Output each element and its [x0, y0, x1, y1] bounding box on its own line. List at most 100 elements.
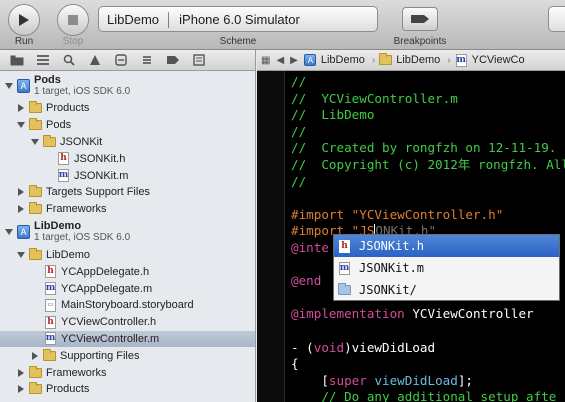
- keyword-super: super: [328, 372, 367, 388]
- tree-item-products[interactable]: Products: [0, 381, 255, 398]
- jump-bar: ▦ ◀ ▶ A LibDemo › LibDemo › m YCViewCo: [257, 50, 565, 71]
- tree-item-label: Supporting Files: [60, 349, 140, 362]
- project-title: LibDemo: [34, 220, 82, 233]
- chevron-right-icon: ›: [447, 54, 451, 66]
- crumb-label: LibDemo: [396, 54, 441, 66]
- back-arrow-icon[interactable]: ◀: [276, 55, 284, 66]
- tree-item-libdemo-group[interactable]: LibDemo: [0, 247, 255, 264]
- folder-icon[interactable]: [10, 54, 24, 66]
- header-file-icon: h: [57, 152, 70, 166]
- code-line: // Created by rongfzh on 12-11-19.: [291, 140, 557, 156]
- stop-button[interactable]: [57, 4, 89, 36]
- class-name: YCViewController: [404, 306, 534, 322]
- folder-icon: [43, 134, 56, 148]
- jumpbar-crumb-project[interactable]: A LibDemo: [304, 54, 365, 67]
- folder-icon: [29, 118, 42, 132]
- source-editor[interactable]: ▦ ◀ ▶ A LibDemo › LibDemo › m YCViewCo /…: [257, 50, 565, 402]
- tree-item-supporting-files[interactable]: Supporting Files: [0, 347, 255, 364]
- tree-item-products[interactable]: Products: [0, 100, 255, 117]
- project-row-libdemo[interactable]: A LibDemo 1 target, iOS SDK 6.0: [0, 218, 255, 247]
- tree-item-frameworks[interactable]: Frameworks: [0, 201, 255, 218]
- tree-item-label: JSONKit: [60, 135, 103, 148]
- tree-item-label: YCViewController.m: [61, 332, 160, 345]
- scheme-separator-icon: │: [165, 11, 174, 27]
- stop-icon: [68, 15, 78, 25]
- test-icon[interactable]: [114, 54, 128, 66]
- scheme-destination[interactable]: iPhone 6.0 Simulator: [179, 12, 300, 27]
- log-icon[interactable]: [192, 54, 206, 66]
- tree-item-frameworks[interactable]: Frameworks: [0, 364, 255, 381]
- disclosure-open-icon[interactable]: [4, 81, 14, 91]
- completion-item-jsonkit-folder[interactable]: JSONKit/: [334, 279, 559, 301]
- tree-item-jsonkit-h[interactable]: h JSONKit.h: [0, 150, 255, 167]
- project-row-pods[interactable]: A Pods 1 target, iOS SDK 6.0: [0, 71, 255, 100]
- code-line: //: [291, 74, 307, 89]
- related-files-icon[interactable]: ▦: [261, 55, 270, 66]
- scheme-target[interactable]: LibDemo: [107, 12, 159, 27]
- keyword-void: void: [313, 339, 345, 355]
- tree-item-jsonkit-m[interactable]: m JSONKit.m: [0, 167, 255, 184]
- breakpoints-button[interactable]: [402, 7, 438, 31]
- source-file-icon: m: [58, 169, 69, 183]
- code-line: // Copyright (c) 2012年 rongfzh. All: [291, 156, 565, 172]
- code-token: [: [291, 372, 329, 388]
- code-line: @inte: [291, 239, 329, 255]
- jumpbar-crumb-group[interactable]: LibDemo: [379, 53, 441, 67]
- tree-item-label: MainStoryboard.storyboard: [61, 299, 194, 312]
- tree-item-label: JSONKit.h: [74, 152, 126, 165]
- tree-item-pods[interactable]: Pods: [0, 117, 255, 134]
- tree-item-targets-support[interactable]: Targets Support Files: [0, 184, 255, 201]
- tree-item-label: Pods: [46, 119, 72, 132]
- disclosure-closed-icon[interactable]: [16, 368, 26, 378]
- tree-item-appdelegate-m[interactable]: m YCAppDelegate.m: [0, 280, 255, 297]
- code-line: // LibDemo: [291, 107, 375, 123]
- tree-item-label: Targets Support Files: [46, 186, 150, 199]
- disclosure-open-icon[interactable]: [30, 137, 40, 147]
- tree-item-storyboard[interactable]: ▭ MainStoryboard.storyboard: [0, 297, 255, 314]
- disclosure-open-icon[interactable]: [4, 227, 14, 237]
- disclosure-open-icon[interactable]: [16, 250, 26, 260]
- breakpoint-icon: [411, 15, 429, 23]
- completion-popup: h JSONKit.h m JSONKit.m JSONKit/: [333, 234, 560, 301]
- tree-item-viewcontroller-h[interactable]: h YCViewController.h: [0, 314, 255, 331]
- line-number-gutter[interactable]: [257, 71, 285, 402]
- jumpbar-crumb-file[interactable]: m YCViewCo: [455, 53, 525, 67]
- disclosure-closed-icon[interactable]: [16, 384, 26, 394]
- code-token: ];: [457, 372, 474, 388]
- header-file-icon: h: [338, 239, 351, 253]
- keyword-implementation: @implementation: [291, 306, 405, 322]
- folder-icon: [29, 365, 42, 379]
- tree-item-jsonkit[interactable]: JSONKit: [0, 134, 255, 151]
- symbol-icon[interactable]: [36, 54, 50, 66]
- tree-item-label: Frameworks: [46, 203, 107, 216]
- scheme-selector[interactable]: LibDemo │ iPhone 6.0 Simulator: [98, 6, 378, 32]
- disclosure-closed-icon[interactable]: [16, 187, 26, 197]
- code-line-method: - (void)viewDidLoad: [291, 340, 435, 355]
- project-title: Pods: [34, 73, 61, 86]
- source-file-icon: m: [45, 332, 56, 346]
- play-icon: [19, 14, 29, 26]
- tree-item-label: Frameworks: [46, 366, 107, 379]
- breakpoint-nav-icon[interactable]: [166, 54, 180, 66]
- completion-item-jsonkit-h[interactable]: h JSONKit.h: [334, 235, 559, 257]
- method-name: )viewDidLoad: [344, 339, 436, 355]
- disclosure-closed-icon[interactable]: [16, 103, 26, 113]
- disclosure-open-icon[interactable]: [16, 120, 26, 130]
- completion-label: JSONKit.m: [359, 261, 425, 275]
- forward-arrow-icon[interactable]: ▶: [290, 55, 298, 66]
- disclosure-closed-icon[interactable]: [30, 351, 40, 361]
- debug-icon[interactable]: [140, 54, 154, 66]
- scheme-label: Scheme: [219, 36, 257, 47]
- completion-item-jsonkit-m[interactable]: m JSONKit.m: [334, 257, 559, 279]
- disclosure-closed-icon[interactable]: [16, 204, 26, 214]
- code-line: @end: [291, 273, 322, 289]
- source-file-icon: m: [45, 282, 56, 296]
- search-icon[interactable]: [62, 54, 76, 66]
- folder-icon: [29, 202, 42, 216]
- tree-item-appdelegate-h[interactable]: h YCAppDelegate.h: [0, 263, 255, 280]
- tree-item-viewcontroller-m[interactable]: m YCViewController.m: [0, 330, 255, 348]
- editor-segment-button[interactable]: [548, 6, 565, 32]
- warning-icon[interactable]: [88, 54, 102, 66]
- run-button[interactable]: [8, 4, 40, 36]
- folder-icon: [29, 185, 42, 199]
